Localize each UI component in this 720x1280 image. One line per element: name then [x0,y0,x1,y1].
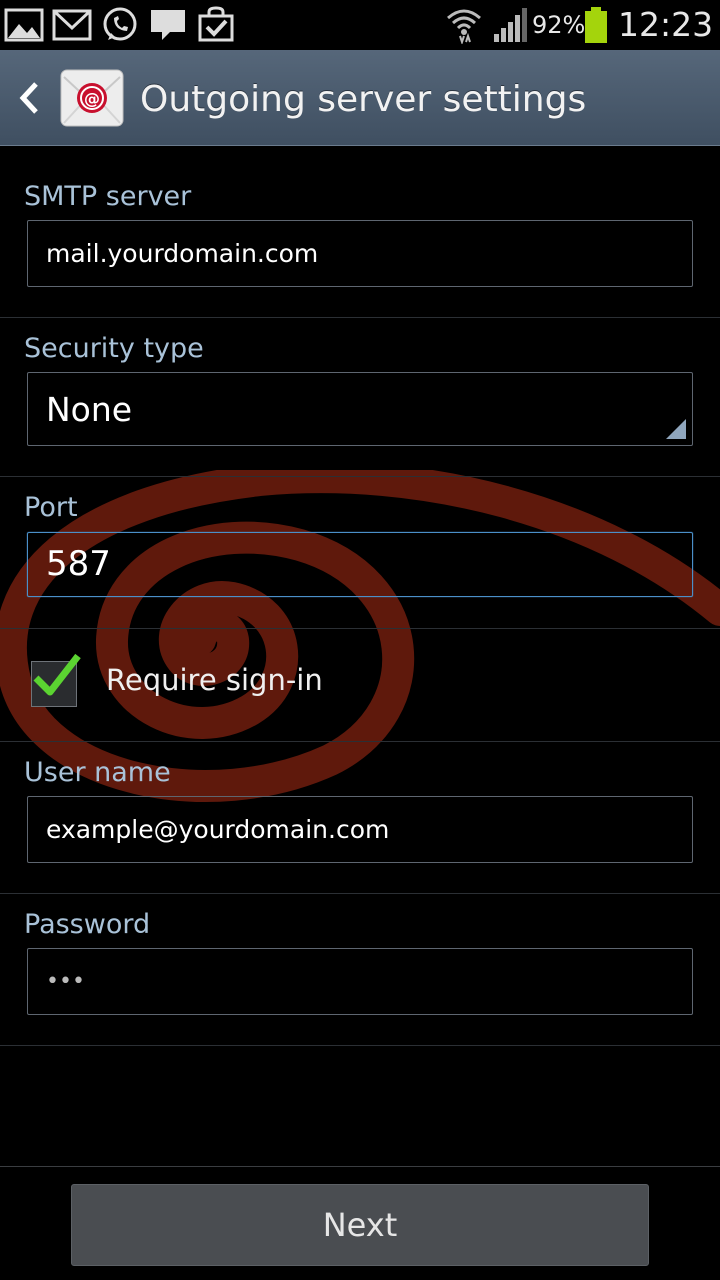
clock: 12:23 [618,5,714,44]
smtp-server-label: SMTP server [24,181,192,212]
user-name-label: User name [24,757,171,788]
svg-text:@: @ [84,89,100,108]
gmail-icon [52,9,92,41]
require-sign-in-label[interactable]: Require sign-in [106,663,323,697]
security-type-dropdown[interactable]: None [27,372,693,446]
port-field[interactable] [27,532,693,597]
battery-percent: 92% [532,11,586,39]
wifi-icon [447,9,481,44]
dropdown-arrow-icon [666,419,686,439]
footer-divider [0,1166,720,1167]
password-mask: ••• [46,969,85,994]
smtp-server-field[interactable] [27,220,693,287]
status-bar: 92% 12:23 [0,0,720,50]
user-name-field[interactable] [27,796,693,863]
divider [0,1045,720,1046]
back-arrow-icon[interactable] [14,78,44,118]
port-label: Port [24,492,78,523]
page-title: Outgoing server settings [140,79,587,120]
password-field[interactable]: ••• [27,948,693,1015]
security-type-label: Security type [24,333,204,364]
gallery-icon [4,8,44,42]
divider [0,317,720,318]
divider [0,476,720,477]
divider [0,893,720,894]
require-sign-in-checkbox[interactable] [31,653,81,707]
checkmark-icon [33,653,81,696]
divider [0,628,720,629]
battery-icon [585,7,607,43]
security-type-value: None [46,390,133,429]
email-app-icon: @ [60,69,124,127]
password-label: Password [24,909,151,940]
action-bar: @ Outgoing server settings [0,50,720,146]
next-button[interactable]: Next [71,1184,649,1266]
divider [0,741,720,742]
message-icon [151,10,185,40]
whatsapp-icon [103,7,137,41]
signal-icon [494,8,527,42]
play-store-icon [198,6,234,42]
